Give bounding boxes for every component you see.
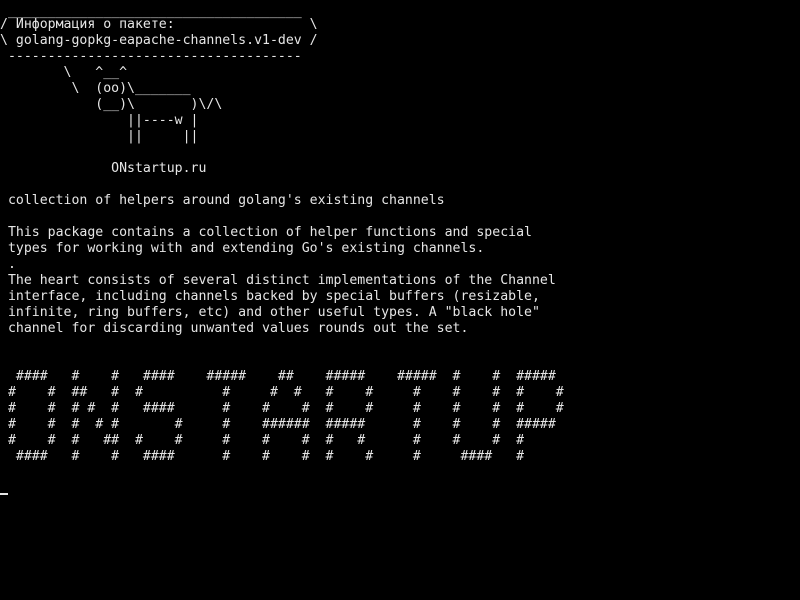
cow-ascii-line: ||----w | (0, 113, 199, 128)
description-line: . (0, 257, 16, 272)
cowsay-bubble-bottom: ------------------------------------- (0, 49, 302, 64)
ascii-banner-line: # # # # # #### # # # # # # # # # # (0, 401, 564, 416)
package-summary: collection of helpers around golang's ex… (0, 193, 445, 208)
cowsay-bubble-line: / Информация о пакете: \ (0, 17, 318, 32)
description-line: infinite, ring buffers, etc) and other u… (0, 305, 540, 320)
cowsay-bubble-package-name: \ golang-gopkg-eapache-channels.v1-dev / (0, 33, 318, 48)
terminal-screen[interactable]: _____________________________________ / … (0, 0, 800, 600)
description-line: channel for discarding unwanted values r… (0, 321, 469, 336)
ascii-banner-line: #### # # #### # # # # # # #### # (0, 449, 525, 464)
site-name: ONstartup.ru (0, 161, 207, 176)
ascii-banner-line: # # # ## # # # # # # # # # # # (0, 433, 525, 448)
ascii-banner-line: # # ## # # # # # # # # # # # # (0, 385, 564, 400)
ascii-banner-line: #### # # #### ##### ## ##### ##### # # #… (0, 369, 556, 384)
cow-ascii-line: \ ^__^ (0, 65, 128, 80)
ascii-banner-line: # # # # # # # ###### ##### # # # ##### (0, 417, 556, 432)
description-line: types for working with and extending Go'… (0, 241, 485, 256)
cow-ascii-line: (__)\ )\/\ (0, 97, 223, 112)
description-line: The heart consists of several distinct i… (0, 273, 556, 288)
cow-ascii-line: \ (oo)\_______ (0, 81, 191, 96)
cow-ascii-line: || || (0, 129, 199, 144)
description-line: interface, including channels backed by … (0, 289, 540, 304)
text-cursor (0, 493, 8, 495)
description-line: This package contains a collection of he… (0, 225, 532, 240)
